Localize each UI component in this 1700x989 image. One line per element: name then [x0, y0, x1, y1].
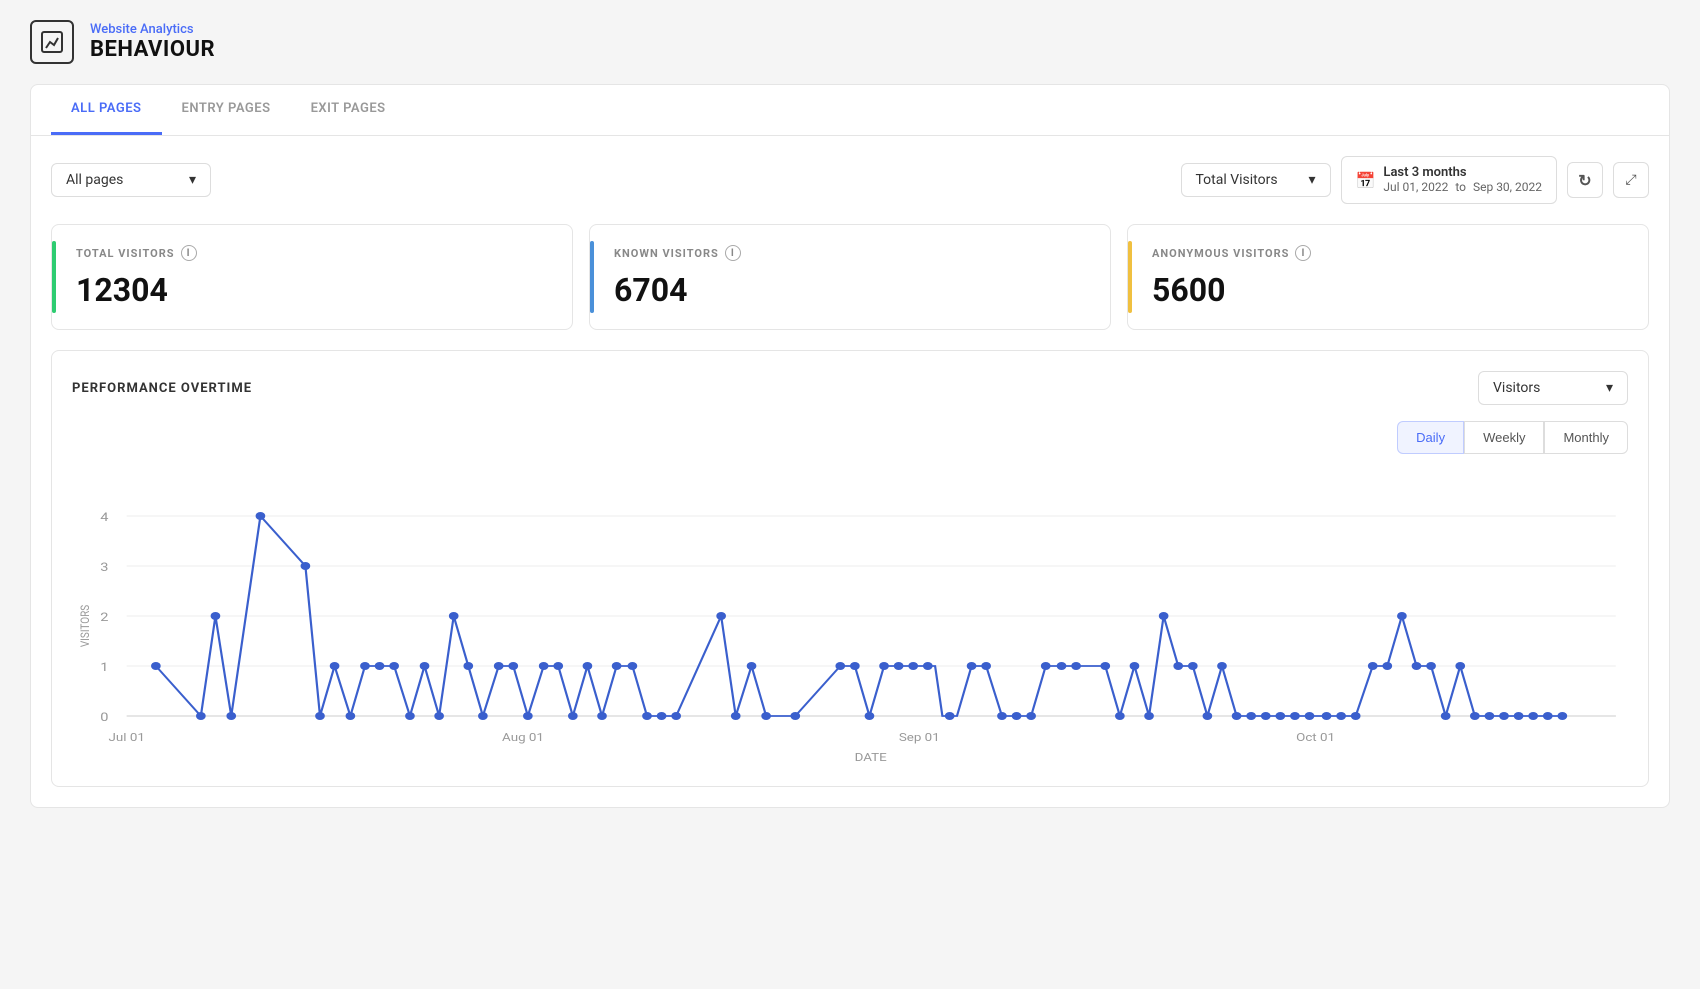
pages-dropdown-label: All pages	[66, 172, 123, 188]
total-visitors-card: TOTAL VISITORS i 12304	[51, 224, 573, 330]
svg-text:Sep 01: Sep 01	[899, 731, 940, 744]
known-visitors-info-icon[interactable]: i	[725, 245, 741, 261]
calendar-icon: 📅	[1356, 171, 1376, 190]
refresh-icon: ↻	[1578, 171, 1591, 190]
controls-row: All pages ▾ Total Visitors ▾ 📅 Last 3 mo…	[51, 156, 1649, 204]
tab-all-pages[interactable]: ALL PAGES	[51, 85, 162, 135]
chart-metric-label: Visitors	[1493, 380, 1540, 396]
svg-text:Aug 01: Aug 01	[502, 731, 544, 744]
page-header: Website Analytics BEHAVIOUR	[0, 0, 1700, 74]
expand-button[interactable]: ⤢	[1613, 162, 1649, 198]
chart-section: PERFORMANCE OVERTIME Visitors ▾ Daily We…	[51, 350, 1649, 787]
period-monthly-button[interactable]: Monthly	[1544, 421, 1628, 454]
header-title: BEHAVIOUR	[90, 37, 215, 62]
refresh-button[interactable]: ↻	[1567, 162, 1603, 198]
main-card: ALL PAGES ENTRY PAGES EXIT PAGES All pag…	[30, 84, 1670, 808]
header-subtitle: Website Analytics	[90, 22, 215, 37]
metric-dropdown-label: Total Visitors	[1196, 172, 1278, 188]
pages-dropdown-chevron: ▾	[189, 172, 196, 188]
expand-icon: ⤢	[1625, 172, 1636, 188]
svg-text:0: 0	[100, 711, 108, 724]
total-visitors-info-icon[interactable]: i	[181, 245, 197, 261]
svg-text:Jul 01: Jul 01	[109, 731, 145, 744]
svg-text:4: 4	[100, 511, 109, 524]
metric-dropdown-chevron: ▾	[1308, 172, 1315, 188]
stats-row: TOTAL VISITORS i 12304 KNOWN VISITORS i …	[51, 224, 1649, 330]
svg-text:Oct 01: Oct 01	[1296, 731, 1335, 744]
total-visitors-label: TOTAL VISITORS i	[76, 245, 548, 261]
total-visitors-value: 12304	[76, 271, 548, 309]
svg-text:3: 3	[100, 561, 108, 574]
date-range-text: Last 3 months Jul 01, 2022 to Sep 30, 20…	[1383, 165, 1542, 195]
anonymous-visitors-label: ANONYMOUS VISITORS i	[1152, 245, 1624, 261]
known-visitors-value: 6704	[614, 271, 1086, 309]
period-daily-button[interactable]: Daily	[1397, 421, 1464, 454]
known-visitors-card: KNOWN VISITORS i 6704	[589, 224, 1111, 330]
header-text-block: Website Analytics BEHAVIOUR	[90, 22, 215, 62]
tab-exit-pages[interactable]: EXIT PAGES	[291, 85, 406, 135]
chart-header: PERFORMANCE OVERTIME Visitors ▾	[72, 371, 1628, 405]
tab-bar: ALL PAGES ENTRY PAGES EXIT PAGES	[31, 85, 1669, 136]
anonymous-visitors-value: 5600	[1152, 271, 1624, 309]
period-controls: Daily Weekly Monthly	[1397, 421, 1628, 454]
anonymous-visitors-info-icon[interactable]: i	[1295, 245, 1311, 261]
known-visitors-label: KNOWN VISITORS i	[614, 245, 1086, 261]
content-area: All pages ▾ Total Visitors ▾ 📅 Last 3 mo…	[31, 136, 1669, 807]
svg-text:1: 1	[100, 661, 108, 674]
svg-text:VISITORS: VISITORS	[78, 604, 92, 647]
date-range-dates: Jul 01, 2022 to Sep 30, 2022	[1383, 180, 1542, 194]
period-weekly-button[interactable]: Weekly	[1464, 421, 1544, 454]
right-controls: Total Visitors ▾ 📅 Last 3 months Jul 01,…	[1181, 156, 1650, 204]
analytics-icon	[30, 20, 74, 64]
chart-title: PERFORMANCE OVERTIME	[72, 381, 252, 396]
svg-text:DATE: DATE	[855, 751, 887, 764]
metric-dropdown[interactable]: Total Visitors ▾	[1181, 163, 1331, 197]
chart-metric-dropdown[interactable]: Visitors ▾	[1478, 371, 1628, 405]
date-range-label: Last 3 months	[1383, 165, 1542, 180]
chart-area: 0 1 2 3 4 VISITORS Jul 01	[72, 466, 1628, 766]
period-controls-row: Daily Weekly Monthly	[72, 421, 1628, 454]
date-range-picker[interactable]: 📅 Last 3 months Jul 01, 2022 to Sep 30, …	[1341, 156, 1558, 204]
tab-entry-pages[interactable]: ENTRY PAGES	[162, 85, 291, 135]
line-chart: 0 1 2 3 4 VISITORS Jul 01	[72, 466, 1628, 766]
chart-metric-chevron: ▾	[1606, 380, 1613, 396]
svg-text:2: 2	[100, 611, 108, 624]
pages-dropdown[interactable]: All pages ▾	[51, 163, 211, 197]
anonymous-visitors-card: ANONYMOUS VISITORS i 5600	[1127, 224, 1649, 330]
